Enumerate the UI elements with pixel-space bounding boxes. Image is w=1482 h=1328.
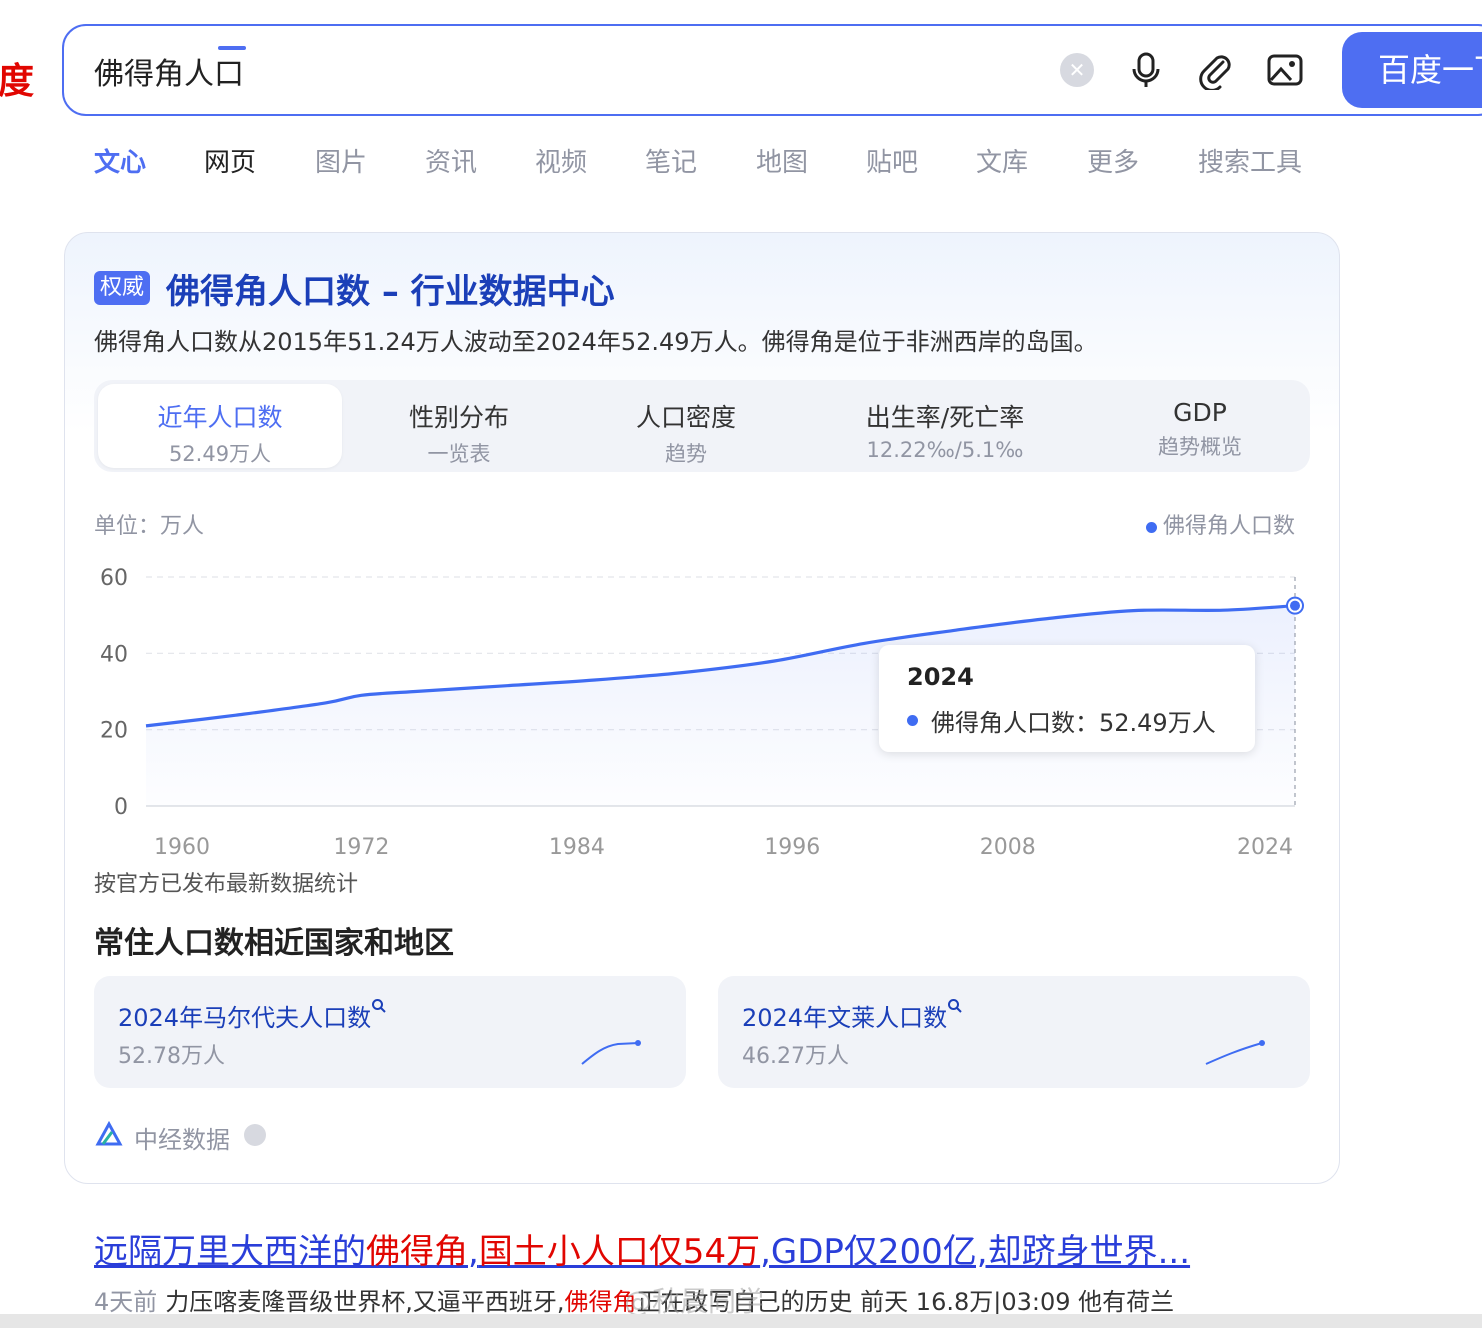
x-tick-label: 2008 bbox=[980, 835, 1036, 860]
subtab-label: 人口密度 bbox=[635, 403, 736, 432]
related-card-maldives[interactable]: 2024年马尔代夫人口数 52.78万人 bbox=[94, 976, 686, 1088]
x-tick-label: 1972 bbox=[333, 835, 389, 860]
x-tick-label: 1996 bbox=[764, 835, 820, 860]
source-logo-icon bbox=[95, 1120, 123, 1146]
search-icon bbox=[948, 999, 962, 1013]
subtab-sub: 一览表 bbox=[427, 442, 491, 466]
subtab-recent-population[interactable]: 近年人口数 52.49万人 bbox=[98, 384, 342, 468]
baidu-logo-fragment[interactable]: 度 bbox=[0, 52, 34, 104]
title-part-highlight: 国土小人口仅54万 bbox=[478, 1232, 761, 1272]
source-name: 中经数据 bbox=[134, 1126, 230, 1154]
result-title-link[interactable]: 远隔万里大西洋的佛得角,国土小人口仅54万,GDP仅200亿,却跻身世界... bbox=[94, 1224, 1190, 1273]
subtab-gender[interactable]: 性别分布 一览表 bbox=[346, 384, 572, 468]
subtab-gdp[interactable]: GDP 趋势概览 bbox=[1090, 384, 1310, 468]
tab-maps[interactable]: 地图 bbox=[756, 142, 808, 179]
attachment-icon[interactable] bbox=[1195, 50, 1235, 90]
sparkline-icon bbox=[581, 1040, 641, 1065]
highlight-point bbox=[1290, 600, 1300, 611]
tab-wenxin[interactable]: 文心 bbox=[94, 142, 146, 179]
related-value: 52.78万人 bbox=[118, 1044, 225, 1069]
chart-footnote: 按官方已发布最新数据统计 bbox=[94, 872, 359, 897]
tab-news[interactable]: 资讯 bbox=[425, 142, 477, 179]
legend-label: 佛得角人口数 bbox=[1163, 514, 1296, 539]
active-tab-indicator bbox=[218, 46, 246, 50]
result-time: 4天前 bbox=[94, 1288, 158, 1316]
card-summary: 佛得角人口数从2015年51.24万人波动至2024年52.49万人。佛得角是位… bbox=[94, 328, 1098, 356]
legend-dot-icon bbox=[1146, 521, 1157, 533]
related-title: 2024年马尔代夫人口数 bbox=[118, 998, 387, 1033]
y-tick-label: 60 bbox=[100, 566, 128, 591]
subtab-label: GDP bbox=[1173, 398, 1227, 427]
tab-web[interactable]: 网页 bbox=[204, 142, 256, 179]
tooltip-value: 佛得角人口数：52.49万人 bbox=[931, 709, 1216, 737]
search-icon bbox=[372, 999, 386, 1013]
chart-unit-label: 单位：万人 bbox=[94, 514, 205, 539]
related-value: 46.27万人 bbox=[742, 1044, 849, 1069]
title-part: 远隔万里大西洋的 bbox=[94, 1232, 366, 1272]
tab-videos[interactable]: 视频 bbox=[535, 142, 587, 179]
title-part-highlight: 佛得角 bbox=[366, 1232, 468, 1272]
related-title-text: 2024年马尔代夫人口数 bbox=[118, 1004, 372, 1032]
tab-notes[interactable]: 笔记 bbox=[645, 142, 697, 179]
related-card-brunei[interactable]: 2024年文莱人口数 46.27万人 bbox=[718, 976, 1310, 1088]
card-title-link[interactable]: 佛得角人口数 – 行业数据中心 bbox=[166, 264, 615, 313]
image-search-icon[interactable] bbox=[1265, 50, 1305, 90]
search-input[interactable] bbox=[94, 46, 994, 96]
related-title: 2024年文莱人口数 bbox=[742, 998, 963, 1033]
subtab-density[interactable]: 人口密度 趋势 bbox=[572, 384, 800, 468]
subtab-label: 性别分布 bbox=[408, 403, 509, 432]
chart-legend: 佛得角人口数 bbox=[1146, 508, 1295, 540]
microphone-icon[interactable] bbox=[1126, 50, 1166, 90]
snippet-text: 力压喀麦隆晋级世界杯,又逼平西班牙, bbox=[165, 1288, 565, 1316]
subtab-label: 出生率/死亡率 bbox=[865, 403, 1025, 432]
tooltip-series-dot-icon bbox=[907, 715, 918, 726]
x-tick-label: 1960 bbox=[154, 835, 210, 860]
tooltip-year: 2024 bbox=[907, 663, 974, 691]
y-tick-label: 0 bbox=[114, 795, 128, 820]
subtab-birth-death-rate[interactable]: 出生率/死亡率 12.22‰/5.1‰ bbox=[800, 384, 1090, 468]
subtab-label: 近年人口数 bbox=[157, 403, 283, 432]
authority-badge: 权威 bbox=[94, 271, 151, 305]
subtab-sub: 趋势 bbox=[665, 442, 707, 466]
y-tick-label: 40 bbox=[100, 642, 128, 667]
title-part: ,GDP仅200亿,却跻身世界... bbox=[760, 1232, 1191, 1272]
tab-tieba[interactable]: 贴吧 bbox=[866, 142, 918, 179]
related-title-text: 2024年文莱人口数 bbox=[742, 1004, 948, 1032]
chart-tooltip: 2024 佛得角人口数：52.49万人 bbox=[879, 645, 1255, 752]
title-part: , bbox=[468, 1232, 479, 1272]
subtab-sub: 趋势概览 bbox=[1158, 435, 1242, 459]
related-section-title: 常住人口数相近国家和地区 bbox=[94, 926, 454, 961]
tab-more[interactable]: 更多 bbox=[1087, 142, 1139, 179]
horizontal-scrollbar[interactable] bbox=[0, 1314, 1482, 1328]
search-submit-button[interactable]: 百度一下 bbox=[1342, 32, 1482, 108]
y-tick-label: 20 bbox=[100, 719, 128, 744]
tab-wenku[interactable]: 文库 bbox=[976, 142, 1028, 179]
tab-search-tools[interactable]: 搜索工具 bbox=[1198, 142, 1302, 179]
chevron-down-icon[interactable] bbox=[244, 1124, 266, 1146]
data-subtabs: 近年人口数 52.49万人 性别分布 一览表 人口密度 趋势 出生率/死亡率 1… bbox=[94, 380, 1310, 472]
subtab-sub: 12.22‰/5.1‰ bbox=[866, 438, 1024, 462]
x-tick-label: 1984 bbox=[549, 835, 605, 860]
clear-icon[interactable]: ✕ bbox=[1060, 53, 1094, 87]
sparkline-icon bbox=[1205, 1040, 1265, 1065]
x-tick-label: 2024 bbox=[1237, 835, 1293, 860]
subtab-sub: 52.49万人 bbox=[168, 442, 272, 466]
tab-images[interactable]: 图片 bbox=[315, 142, 367, 179]
